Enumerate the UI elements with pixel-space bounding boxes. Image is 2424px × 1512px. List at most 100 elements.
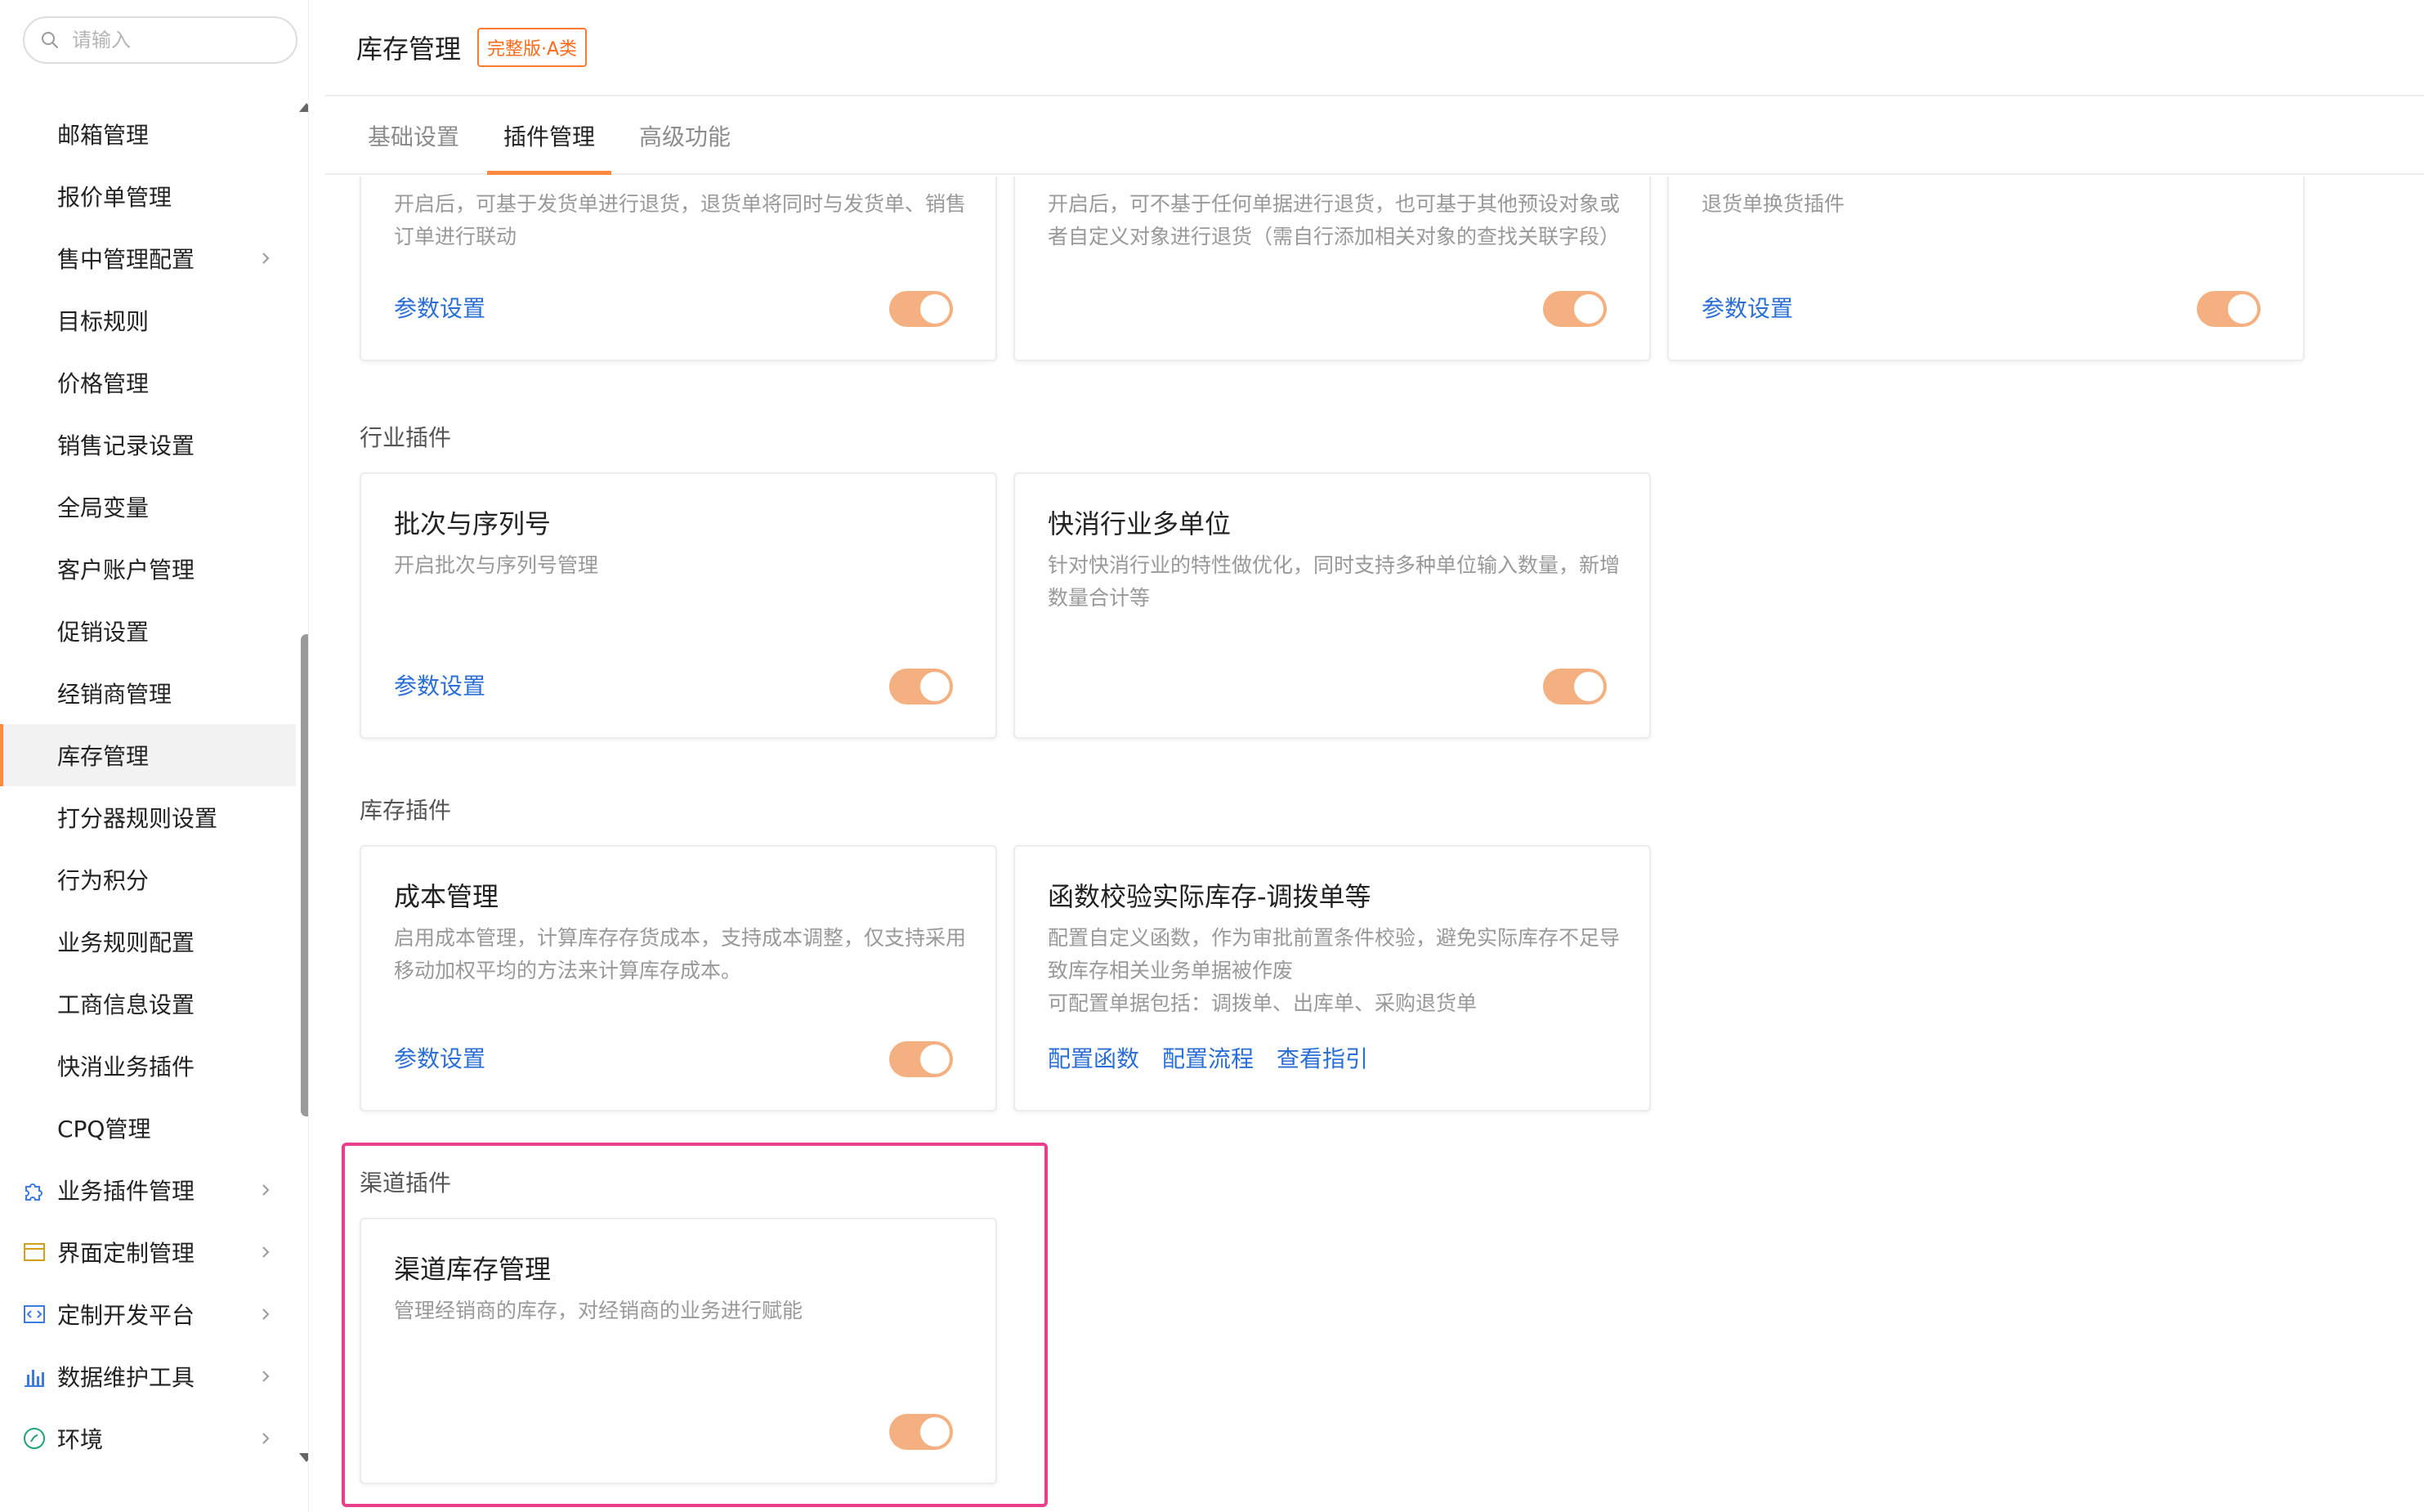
- window-icon: [24, 1243, 45, 1261]
- section-title-industry: 行业插件: [360, 424, 452, 451]
- sidebar-item-label: 业务规则配置: [57, 929, 195, 956]
- plugin-card-return-free: 开启后，可不基于任何单据进行退货，也可基于其他预设对象或者自定义对象进行退货（需…: [1013, 177, 1651, 361]
- param-settings-link[interactable]: 参数设置: [1702, 291, 1793, 324]
- sidebar-item-label: 定制开发平台: [57, 1302, 195, 1329]
- section-title-channel: 渠道插件: [360, 1170, 452, 1197]
- card-description: 开启批次与序列号管理: [394, 553, 599, 577]
- sidebar-item-dev-platform[interactable]: 定制开发平台: [0, 1283, 296, 1345]
- env-icon: [24, 1428, 45, 1449]
- sidebar-item-promotion[interactable]: 促销设置: [0, 600, 296, 662]
- param-settings-link[interactable]: 参数设置: [394, 1041, 485, 1074]
- sidebar-item-ui-customization[interactable]: 界面定制管理: [0, 1221, 296, 1283]
- sidebar-item-cpq[interactable]: CPQ管理: [0, 1097, 296, 1159]
- tab-basic-settings[interactable]: 基础设置: [351, 98, 476, 173]
- view-guide-link[interactable]: 查看指引: [1277, 1041, 1368, 1074]
- card-description: 退货单换货插件: [1702, 192, 1845, 216]
- plugin-toggle[interactable]: [889, 1414, 953, 1450]
- search-icon: [39, 29, 60, 51]
- card-description: 针对快消行业的特性做优化，同时支持多种单位输入数量，新增数量合计等: [1048, 553, 1621, 610]
- config-function-link[interactable]: 配置函数: [1048, 1041, 1139, 1074]
- tab-label: 插件管理: [503, 123, 596, 150]
- chevron-right-icon: [262, 1433, 270, 1444]
- toggle-knob: [920, 672, 950, 701]
- sidebar-item-label: 销售记录设置: [57, 432, 195, 459]
- page-header: 库存管理 完整版·A类: [325, 0, 2424, 96]
- plugin-toggle[interactable]: [1543, 669, 1607, 705]
- sidebar-item-label: 工商信息设置: [57, 991, 195, 1018]
- sidebar-item-business-rules[interactable]: 业务规则配置: [0, 910, 296, 973]
- card-description: 启用成本管理，计算库存存货成本，支持成本调整，仅支持采用移动加权平均的方法来计算…: [394, 926, 967, 982]
- sidebar-item-label: 售中管理配置: [57, 246, 195, 273]
- sidebar-item-quotation[interactable]: 报价单管理: [0, 165, 296, 227]
- sidebar-item-scorer-rules[interactable]: 打分器规则设置: [0, 786, 296, 848]
- plugin-toggle[interactable]: [1543, 291, 1607, 327]
- plugin-card-fmcg-multi-unit: 快消行业多单位 针对快消行业的特性做优化，同时支持多种单位输入数量，新增数量合计…: [1013, 472, 1651, 739]
- sidebar-item-business-info[interactable]: 工商信息设置: [0, 973, 296, 1035]
- search-input[interactable]: [72, 29, 284, 51]
- sidebar-item-plugin-management[interactable]: 业务插件管理: [0, 1159, 296, 1221]
- plugin-card-cost-management: 成本管理 启用成本管理，计算库存存货成本，支持成本调整，仅支持采用移动加权平均的…: [360, 845, 997, 1112]
- param-settings-link[interactable]: 参数设置: [394, 291, 485, 324]
- search-box[interactable]: [23, 16, 297, 64]
- plugin-content: 开启后，可基于发货单进行退货，退货单将同时与发货单、销售订单进行联动 参数设置 …: [325, 177, 2424, 1512]
- sidebar-scrollbar[interactable]: [301, 634, 308, 1116]
- sidebar-item-label: 业务插件管理: [57, 1178, 195, 1205]
- card-title: 渠道库存管理: [394, 1254, 552, 1285]
- sidebar-item-target-rules[interactable]: 目标规则: [0, 289, 296, 351]
- sidebar-item-label: 全局变量: [57, 494, 150, 521]
- chevron-right-icon: [262, 253, 270, 264]
- chevron-right-icon: [262, 1184, 270, 1196]
- card-description: 管理经销商的库存，对经销商的业务进行赋能: [394, 1299, 803, 1322]
- sidebar-item-dealer[interactable]: 经销商管理: [0, 662, 296, 724]
- plugin-toggle[interactable]: [2197, 291, 2261, 327]
- plugin-toggle[interactable]: [889, 1041, 953, 1077]
- sidebar-item-label: 界面定制管理: [57, 1240, 195, 1267]
- param-settings-link[interactable]: 参数设置: [394, 669, 485, 701]
- sidebar-item-environment[interactable]: 环境: [0, 1407, 296, 1470]
- card-title: 成本管理: [394, 881, 499, 912]
- scroll-down-arrow[interactable]: [299, 1453, 308, 1462]
- puzzle-icon: [25, 1183, 42, 1201]
- plugin-card-return-exchange: 退货单换货插件 参数设置: [1667, 177, 2305, 361]
- sidebar-item-label: 价格管理: [57, 370, 150, 397]
- section-title-inventory: 库存插件: [360, 797, 452, 824]
- tab-advanced[interactable]: 高级功能: [623, 98, 747, 173]
- chevron-right-icon: [262, 1371, 270, 1382]
- sidebar-item-price[interactable]: 价格管理: [0, 351, 296, 414]
- tab-label: 高级功能: [639, 123, 731, 150]
- app-root: 邮箱管理 报价单管理 售中管理配置 目标规则 价格管理 销售记录设置 全局变量 …: [0, 0, 2424, 1512]
- sidebar: 邮箱管理 报价单管理 售中管理配置 目标规则 价格管理 销售记录设置 全局变量 …: [0, 0, 309, 1512]
- sidebar-item-sales-record[interactable]: 销售记录设置: [0, 414, 296, 476]
- code-icon: [24, 1305, 45, 1323]
- sidebar-item-label: 报价单管理: [57, 184, 172, 211]
- sidebar-item-label: 行为积分: [57, 867, 150, 894]
- tab-plugin-management[interactable]: 插件管理: [487, 98, 612, 175]
- sidebar-item-mailbox[interactable]: 邮箱管理: [0, 103, 296, 165]
- sidebar-menu: 邮箱管理 报价单管理 售中管理配置 目标规则 价格管理 销售记录设置 全局变量 …: [0, 103, 296, 1470]
- plugin-toggle[interactable]: [889, 291, 953, 327]
- main-area: 库存管理 完整版·A类 基础设置 插件管理 高级功能 开启后，可基于发货单进行退…: [325, 0, 2424, 1512]
- scroll-up-arrow[interactable]: [299, 103, 308, 112]
- config-flow-link[interactable]: 配置流程: [1162, 1041, 1254, 1074]
- card-description: 配置自定义函数，作为审批前置条件校验，避免实际库存不足导致库存相关业务单据被作废…: [1048, 922, 1620, 1020]
- sidebar-item-label: 快消业务插件: [57, 1053, 195, 1080]
- tab-label: 基础设置: [368, 123, 460, 150]
- sidebar-item-global-vars[interactable]: 全局变量: [0, 476, 296, 538]
- toggle-knob: [920, 1045, 950, 1074]
- sidebar-item-behavior-points[interactable]: 行为积分: [0, 848, 296, 910]
- sidebar-item-label: 目标规则: [57, 308, 150, 335]
- sidebar-item-data-tools[interactable]: 数据维护工具: [0, 1345, 296, 1407]
- plugin-toggle[interactable]: [889, 669, 953, 705]
- tab-bar: 基础设置 插件管理 高级功能: [325, 98, 2424, 175]
- sidebar-item-fmcg-plugin[interactable]: 快消业务插件: [0, 1035, 296, 1097]
- sidebar-item-label: 数据维护工具: [57, 1364, 195, 1391]
- card-title: 快消行业多单位: [1048, 508, 1232, 539]
- sidebar-item-in-sale-config[interactable]: 售中管理配置: [0, 227, 296, 289]
- sidebar-item-inventory[interactable]: 库存管理: [0, 724, 296, 786]
- plugin-card-return-by-delivery: 开启后，可基于发货单进行退货，退货单将同时与发货单、销售订单进行联动 参数设置: [360, 177, 997, 361]
- card-link-group: 配置函数 配置流程 查看指引: [1048, 1041, 1368, 1074]
- sidebar-item-label: 经销商管理: [57, 681, 172, 708]
- plugin-card-function-validation: 函数校验实际库存-调拨单等 配置自定义函数，作为审批前置条件校验，避免实际库存不…: [1013, 845, 1651, 1112]
- sidebar-item-customer-account[interactable]: 客户账户管理: [0, 538, 296, 600]
- edition-badge: 完整版·A类: [477, 28, 588, 67]
